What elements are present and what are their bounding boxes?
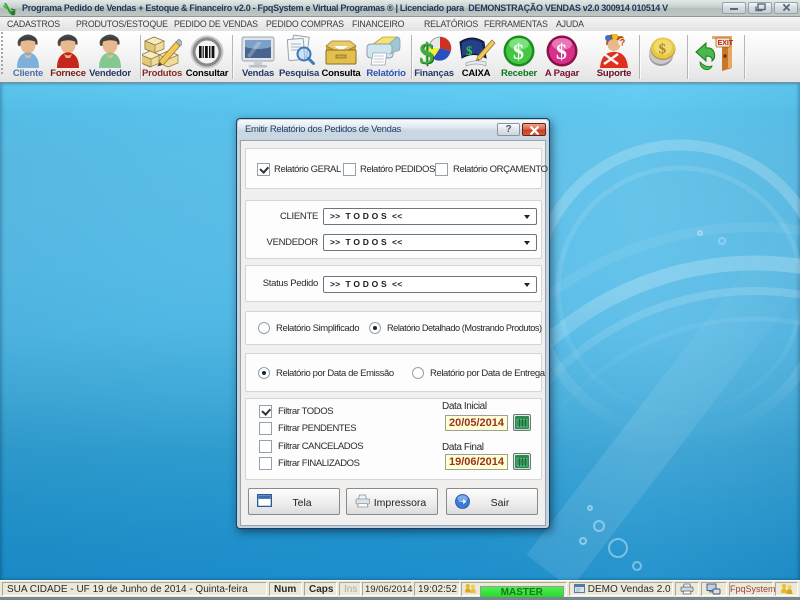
svg-text:$: $ [556, 39, 567, 64]
svg-text:$: $ [419, 37, 434, 70]
svg-text:EXIT: EXIT [718, 40, 734, 47]
svg-text:$: $ [659, 42, 667, 58]
svg-text:$: $ [466, 43, 473, 58]
svg-text:$: $ [513, 39, 524, 64]
svg-text:?: ? [620, 37, 626, 47]
